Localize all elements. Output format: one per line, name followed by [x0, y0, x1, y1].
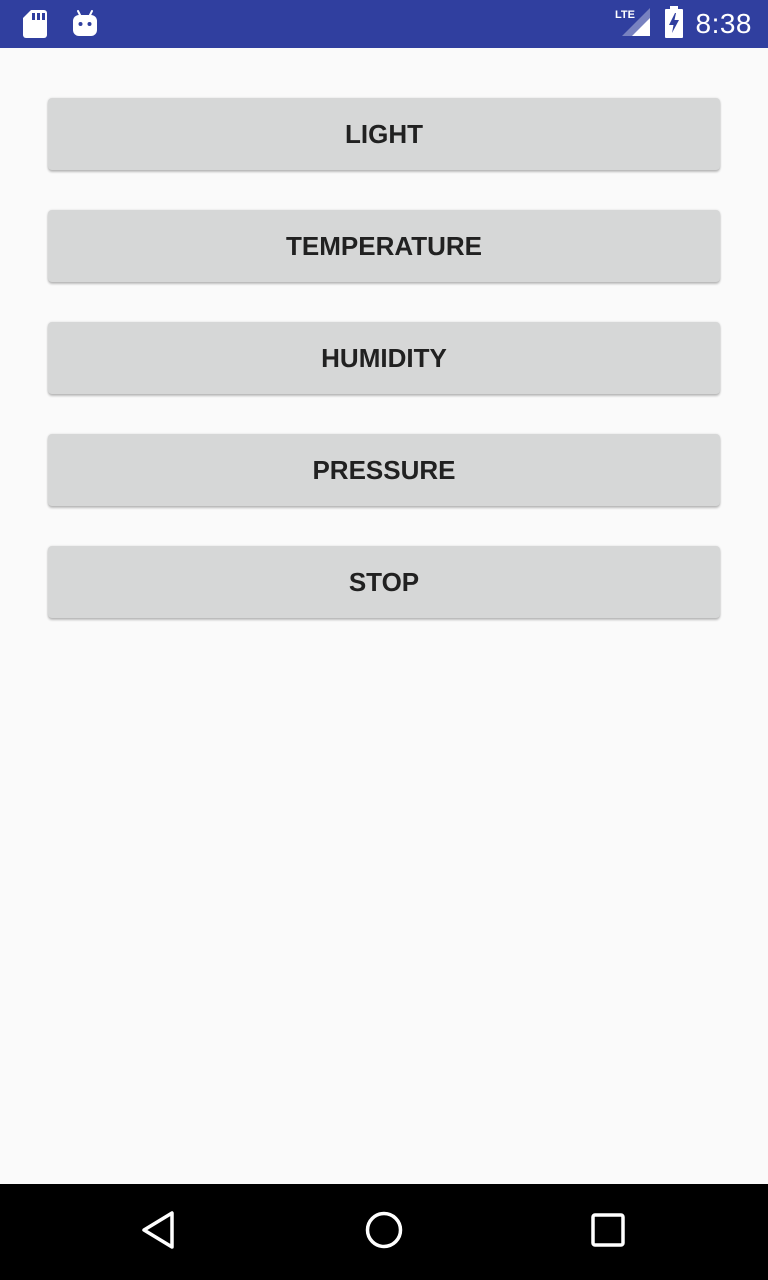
status-bar: LTE 8:38 [0, 0, 768, 48]
system-status: LTE 8:38 [614, 0, 753, 48]
back-button[interactable] [136, 1208, 184, 1256]
light-button[interactable]: LIGHT [48, 98, 720, 170]
battery-charging-icon [664, 5, 684, 43]
home-button[interactable] [360, 1208, 408, 1256]
recents-icon [588, 1210, 628, 1255]
notification-icons [22, 9, 98, 44]
android-icon [72, 10, 98, 43]
home-icon [364, 1210, 404, 1255]
lte-signal-icon: LTE [614, 6, 652, 43]
back-icon [140, 1210, 180, 1255]
status-time: 8:38 [695, 8, 752, 39]
recents-button[interactable] [584, 1208, 632, 1256]
main-content: LIGHT TEMPERATURE HUMIDITY PRESSURE STOP [0, 48, 768, 1184]
humidity-button[interactable]: HUMIDITY [48, 322, 720, 394]
sd-card-icon [22, 9, 48, 44]
stop-button[interactable]: STOP [48, 546, 720, 618]
temperature-button[interactable]: TEMPERATURE [48, 210, 720, 282]
network-type-label: LTE [615, 9, 635, 21]
pressure-button[interactable]: PRESSURE [48, 434, 720, 506]
navigation-bar [0, 1184, 768, 1280]
